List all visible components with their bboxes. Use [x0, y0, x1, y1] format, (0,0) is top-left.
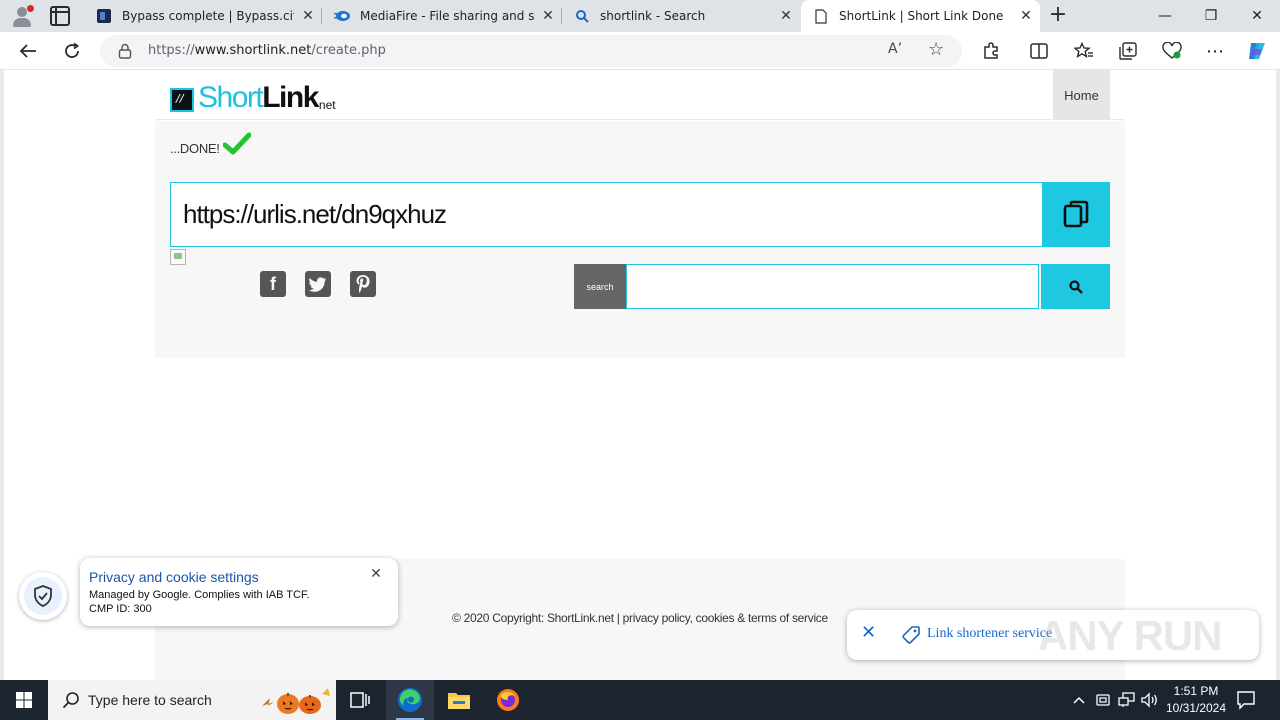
- halloween-pumpkins-icon: [262, 688, 330, 714]
- more-menu-icon[interactable]: ⋯: [1203, 39, 1227, 63]
- twitter-share-icon[interactable]: [305, 271, 331, 297]
- task-view-icon[interactable]: [336, 680, 384, 720]
- new-tab-plus-icon[interactable]: +: [1046, 4, 1070, 28]
- tab-close-icon[interactable]: ✕: [294, 8, 322, 24]
- close-icon[interactable]: ✕: [861, 624, 879, 642]
- browser-tab-strip: Bypass complete | Bypass.city ✕ MediaFir…: [0, 0, 1280, 32]
- logo-text-short: Short: [198, 81, 264, 114]
- minimize-icon[interactable]: —: [1142, 0, 1188, 32]
- edge-browser-icon[interactable]: [386, 680, 434, 720]
- pinterest-share-icon[interactable]: [350, 271, 376, 297]
- tab-shortlink[interactable]: ShortLink | Short Link Done ✕: [801, 0, 1040, 32]
- site-search-button[interactable]: [1041, 264, 1110, 309]
- tab-actions-icon[interactable]: [50, 6, 70, 26]
- site-search-input[interactable]: [626, 264, 1039, 309]
- search-icon: [62, 692, 79, 709]
- tab-close-icon[interactable]: ✕: [534, 8, 562, 24]
- copilot-icon[interactable]: [1245, 39, 1269, 63]
- lock-icon[interactable]: [118, 43, 132, 59]
- tab-search[interactable]: shortlink - Search ✕: [562, 0, 800, 32]
- clock-time: 1:51 PM: [1173, 684, 1219, 698]
- browser-essentials-icon[interactable]: [1160, 39, 1184, 63]
- clock-date: 10/31/2024: [1165, 701, 1227, 715]
- privacy-popup-title[interactable]: Privacy and cookie settings: [89, 569, 259, 585]
- logo-mark-icon: [170, 88, 194, 112]
- checkmark-icon: [223, 132, 251, 155]
- browser-toolbar: https://www.shortlink.net/create.php A’ …: [0, 32, 1280, 70]
- tab-title: Bypass complete | Bypass.city: [122, 9, 294, 23]
- tab-title: ShortLink | Short Link Done: [839, 9, 1004, 23]
- search-favicon-icon: [574, 8, 590, 24]
- privacy-shield-button[interactable]: [19, 572, 67, 620]
- address-url[interactable]: https://www.shortlink.net/create.php: [148, 43, 386, 58]
- refresh-icon[interactable]: [60, 39, 84, 63]
- search-label: search: [574, 264, 626, 309]
- notification-center-icon[interactable]: [1236, 690, 1256, 710]
- shortlink-logo[interactable]: Short Link net: [170, 81, 336, 114]
- tab-bypass[interactable]: Bypass complete | Bypass.city ✕: [84, 0, 322, 32]
- bypass-favicon-icon: [96, 8, 112, 24]
- logo-text-link: Link: [262, 81, 319, 114]
- privacy-popup-line1: Managed by Google. Complies with IAB TCF…: [89, 589, 310, 601]
- site-header: Short Link net Home: [155, 70, 1125, 120]
- favorite-star-icon[interactable]: ☆: [928, 39, 944, 60]
- mediafire-favicon-icon: [334, 8, 350, 24]
- anyrun-watermark: ANY RUN: [1038, 612, 1223, 659]
- address-bar[interactable]: https://www.shortlink.net/create.php A’ …: [100, 35, 962, 67]
- firefox-icon[interactable]: [484, 680, 532, 720]
- status-text: ...DONE!: [170, 141, 220, 156]
- restore-icon[interactable]: ❐: [1188, 0, 1234, 32]
- copy-icon: [1063, 200, 1089, 227]
- logo-text-net: net: [318, 98, 336, 112]
- copy-button[interactable]: [1042, 182, 1110, 247]
- tray-network-icon[interactable]: [1117, 690, 1137, 710]
- tray-volume-icon[interactable]: [1140, 690, 1160, 710]
- tray-security-icon[interactable]: [1093, 690, 1113, 710]
- close-icon[interactable]: ✕: [368, 566, 384, 582]
- favorites-icon[interactable]: [1072, 39, 1096, 63]
- page-edge: [1276, 70, 1280, 680]
- tab-close-icon[interactable]: ✕: [1012, 8, 1040, 24]
- taskbar-clock[interactable]: 1:51 PM 10/31/2024: [1158, 683, 1234, 717]
- windows-taskbar: Type here to search 1:51 PM 10/31/2024: [0, 680, 1280, 720]
- short-url-value[interactable]: https://urlis.net/dn9qxhuz: [183, 199, 447, 230]
- tray-chevron-up-icon[interactable]: [1070, 690, 1088, 710]
- facebook-share-icon[interactable]: f: [260, 271, 286, 297]
- collections-icon[interactable]: [1116, 39, 1140, 63]
- read-aloud-icon[interactable]: A’: [888, 41, 902, 57]
- broken-image-icon: [170, 249, 186, 265]
- taskbar-search-box[interactable]: Type here to search: [48, 680, 336, 720]
- tab-mediafire[interactable]: MediaFire - File sharing and storage ✕: [322, 0, 562, 32]
- nav-home-link[interactable]: Home: [1053, 70, 1110, 120]
- back-arrow-icon[interactable]: [16, 39, 40, 63]
- privacy-popup-line2: CMP ID: 300: [89, 603, 152, 615]
- tab-title: MediaFire - File sharing and storage: [360, 9, 534, 23]
- taskbar-search-placeholder: Type here to search: [88, 692, 212, 708]
- tab-title: shortlink - Search: [600, 9, 706, 23]
- shield-check-icon: [34, 585, 52, 607]
- start-button[interactable]: [0, 680, 48, 720]
- short-url-field[interactable]: https://urlis.net/dn9qxhuz: [170, 182, 1043, 247]
- window-close-icon[interactable]: ✕: [1234, 0, 1280, 32]
- privacy-cookie-popup: Privacy and cookie settings Managed by G…: [80, 558, 398, 626]
- extensions-puzzle-icon[interactable]: [979, 39, 1003, 63]
- split-screen-icon[interactable]: [1027, 39, 1051, 63]
- page-edge: [0, 70, 4, 680]
- page-favicon-icon: [813, 8, 829, 24]
- profile-avatar-icon[interactable]: [10, 4, 34, 28]
- link-shortener-label[interactable]: Link shortener service: [927, 626, 1052, 642]
- file-explorer-icon[interactable]: [435, 680, 483, 720]
- windows-logo-icon: [16, 692, 32, 708]
- search-icon: [1068, 279, 1083, 294]
- result-panel: ...DONE! https://urlis.net/dn9qxhuz f se…: [155, 121, 1125, 358]
- tag-icon: [902, 626, 920, 644]
- tab-close-icon[interactable]: ✕: [772, 8, 800, 24]
